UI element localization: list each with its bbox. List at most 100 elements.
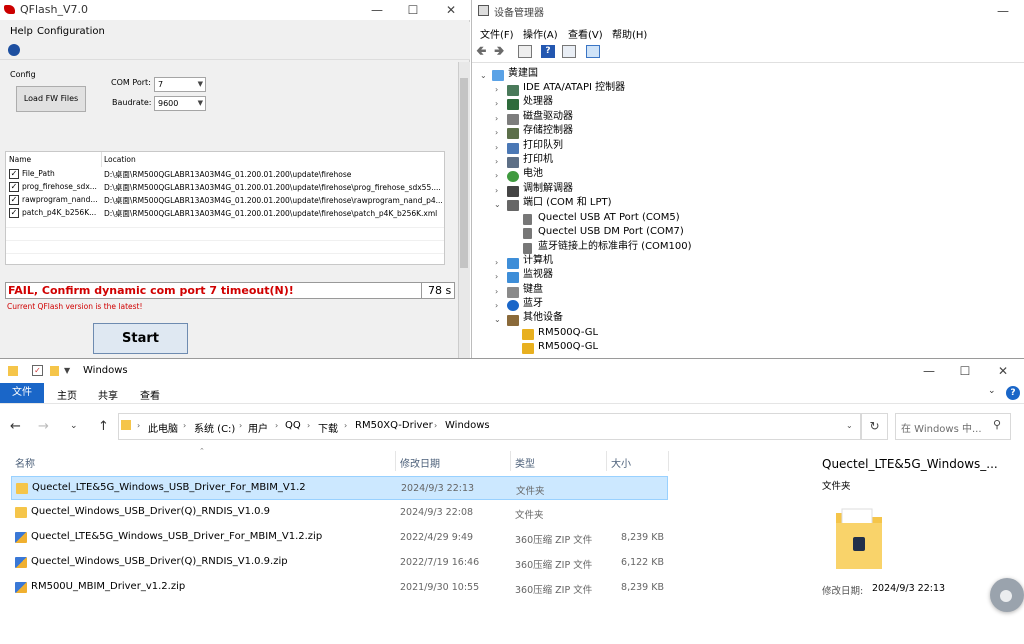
help-question-icon[interactable]: ? <box>1006 386 1020 400</box>
row-checkbox[interactable]: ✓ <box>9 182 19 192</box>
breadcrumb-users[interactable]: 用户 <box>248 420 268 435</box>
dm-menu-help[interactable]: 帮助(H) <box>612 26 647 41</box>
chevron-down-icon[interactable]: ⌄ <box>494 315 501 324</box>
chevron-right-icon[interactable]: › <box>495 171 498 180</box>
tree-node-ports[interactable]: 端口 (COM 和 LPT) <box>523 196 612 210</box>
tree-node-bt-serial[interactable]: 蓝牙链接上的标准串行 (COM100) <box>538 240 692 254</box>
table-row[interactable]: ✓ rawprogram_nand... D:\桌面\RM500QGLABR13… <box>6 194 444 207</box>
tree-node-monitor[interactable]: 监视器 <box>523 268 553 282</box>
column-header-name[interactable]: 名称 <box>15 455 35 470</box>
chevron-down-icon[interactable]: ⌄ <box>480 71 487 80</box>
explorer-close-button[interactable]: ✕ <box>988 361 1018 381</box>
com-port-select[interactable]: 7 ▼ <box>154 77 206 92</box>
tree-node-processor[interactable]: 处理器 <box>523 95 553 109</box>
chevron-right-icon[interactable]: › <box>344 421 347 430</box>
table-row[interactable]: ✓ patch_p4K_b256K... D:\桌面\RM500QGLABR13… <box>6 207 444 220</box>
chevron-right-icon[interactable]: › <box>307 421 310 430</box>
chevron-right-icon[interactable]: › <box>239 421 242 430</box>
tree-node-disk[interactable]: 磁盘驱动器 <box>523 110 573 124</box>
file-row[interactable]: Quectel_Windows_USB_Driver(Q)_RNDIS_V1.0… <box>11 551 668 575</box>
new-folder-icon[interactable] <box>50 366 59 376</box>
file-row[interactable]: Quectel_LTE&5G_Windows_USB_Driver_For_MB… <box>11 526 668 550</box>
dm-menu-action[interactable]: 操作(A) <box>523 26 558 41</box>
table-row[interactable]: ✓ prog_firehose_sdx... D:\桌面\RM500QGLABR… <box>6 181 444 194</box>
ribbon-tab-file[interactable]: 文件 <box>0 383 44 403</box>
quick-access-dropdown-icon[interactable]: ▼ <box>64 366 70 375</box>
chevron-down-icon[interactable]: ⌄ <box>846 421 853 430</box>
tree-node-ide[interactable]: IDE ATA/ATAPI 控制器 <box>523 81 625 95</box>
refresh-button[interactable]: ↻ <box>861 413 888 440</box>
table-row[interactable]: ✓ File_Path D:\桌面\RM500QGLABR13A03M4G_01… <box>6 168 444 181</box>
column-header-name[interactable]: Name <box>9 155 31 164</box>
row-checkbox[interactable]: ✓ <box>9 195 19 205</box>
chevron-right-icon[interactable]: › <box>495 99 498 108</box>
tree-node-battery[interactable]: 电池 <box>523 167 543 181</box>
dm-menu-file[interactable]: 文件(F) <box>480 26 514 41</box>
file-row[interactable]: RM500U_MBIM_Driver_v1.2.zip 2021/9/30 10… <box>11 576 668 600</box>
breadcrumb-system-c[interactable]: 系统 (C:) <box>194 420 235 435</box>
chevron-right-icon[interactable]: › <box>495 186 498 195</box>
dm-menu-view[interactable]: 查看(V) <box>568 26 603 41</box>
up-arrow-icon[interactable]: ↑ <box>98 419 109 434</box>
view-icon[interactable] <box>562 45 576 58</box>
chevron-right-icon[interactable]: › <box>137 421 140 430</box>
forward-arrow-icon[interactable]: 🢂 <box>494 42 508 59</box>
chevron-right-icon[interactable]: › <box>495 272 498 281</box>
tree-node-computer[interactable]: 计算机 <box>523 254 553 268</box>
explorer-minimize-button[interactable]: — <box>914 361 944 381</box>
tree-node-printer[interactable]: 打印机 <box>523 153 553 167</box>
chevron-right-icon[interactable]: › <box>495 157 498 166</box>
tree-node-rm500q-1[interactable]: RM500Q-GL <box>538 326 598 340</box>
row-checkbox[interactable]: ✓ <box>9 169 19 179</box>
breadcrumb-windows[interactable]: Windows <box>445 420 490 431</box>
tree-node-storage[interactable]: 存储控制器 <box>523 124 573 138</box>
tree-node-bluetooth[interactable]: 蓝牙 <box>523 297 543 311</box>
ribbon-tab-share[interactable]: 共享 <box>98 387 118 402</box>
qflash-minimize-button[interactable]: — <box>362 0 392 20</box>
column-header-location[interactable]: Location <box>104 155 136 164</box>
tree-node-rm500q-2[interactable]: RM500Q-GL <box>538 340 598 354</box>
chevron-right-icon[interactable]: › <box>495 85 498 94</box>
tree-node-dm-port[interactable]: Quectel USB DM Port (COM7) <box>538 225 684 239</box>
chevron-right-icon[interactable]: › <box>434 421 437 430</box>
search-icon[interactable]: ⚲ <box>993 418 1001 431</box>
qflash-close-button[interactable]: ✕ <box>436 0 466 20</box>
column-header-date[interactable]: 修改日期 <box>400 455 440 470</box>
qflash-maximize-button[interactable]: ☐ <box>398 0 428 20</box>
recent-locations-icon[interactable]: ⌄ <box>70 421 78 431</box>
breadcrumb-downloads[interactable]: 下载 <box>318 420 338 435</box>
qflash-menu-configuration[interactable]: Configuration <box>37 26 105 37</box>
column-header-type[interactable]: 类型 <box>515 455 535 470</box>
breadcrumb-qq[interactable]: QQ <box>285 420 301 431</box>
start-button[interactable]: Start <box>93 323 188 354</box>
back-arrow-icon[interactable]: ← <box>10 419 21 434</box>
properties-icon[interactable] <box>518 45 532 58</box>
device-manager-minimize-button[interactable]: — <box>988 1 1018 21</box>
chevron-right-icon[interactable]: › <box>183 421 186 430</box>
tree-node-keyboard[interactable]: 键盘 <box>523 283 543 297</box>
chevron-right-icon[interactable]: › <box>495 258 498 267</box>
tree-node-print-queue[interactable]: 打印队列 <box>523 139 563 153</box>
tree-node-modem[interactable]: 调制解调器 <box>523 182 573 196</box>
breadcrumb-this-pc[interactable]: 此电脑 <box>148 420 178 435</box>
tree-node-root[interactable]: 黄建国 <box>508 67 538 81</box>
properties-checkbox-icon[interactable]: ✓ <box>32 365 43 376</box>
ribbon-tab-home[interactable]: 主页 <box>57 387 77 402</box>
chevron-down-icon[interactable]: ⌄ <box>494 200 501 209</box>
help-question-icon[interactable]: ? <box>541 45 555 58</box>
baudrate-select[interactable]: 9600 ▼ <box>154 96 206 111</box>
chevron-down-icon[interactable]: ⌄ <box>988 386 996 396</box>
load-fw-files-button[interactable]: Load FW Files <box>16 86 86 112</box>
ribbon-tab-view[interactable]: 查看 <box>140 387 160 402</box>
breadcrumb-driver[interactable]: RM50XQ-Driver <box>355 420 433 431</box>
file-row[interactable]: Quectel_Windows_USB_Driver(Q)_RNDIS_V1.0… <box>11 501 668 525</box>
file-row[interactable]: Quectel_LTE&5G_Windows_USB_Driver_For_MB… <box>11 476 668 500</box>
chevron-right-icon[interactable]: › <box>275 421 278 430</box>
forward-arrow-icon[interactable]: → <box>38 419 49 434</box>
chevron-right-icon[interactable]: › <box>495 287 498 296</box>
tree-node-other-devices[interactable]: 其他设备 <box>523 311 563 325</box>
chevron-right-icon[interactable]: › <box>495 114 498 123</box>
help-icon[interactable] <box>8 44 20 56</box>
scan-hardware-icon[interactable] <box>586 45 600 58</box>
tree-node-at-port[interactable]: Quectel USB AT Port (COM5) <box>538 211 680 225</box>
